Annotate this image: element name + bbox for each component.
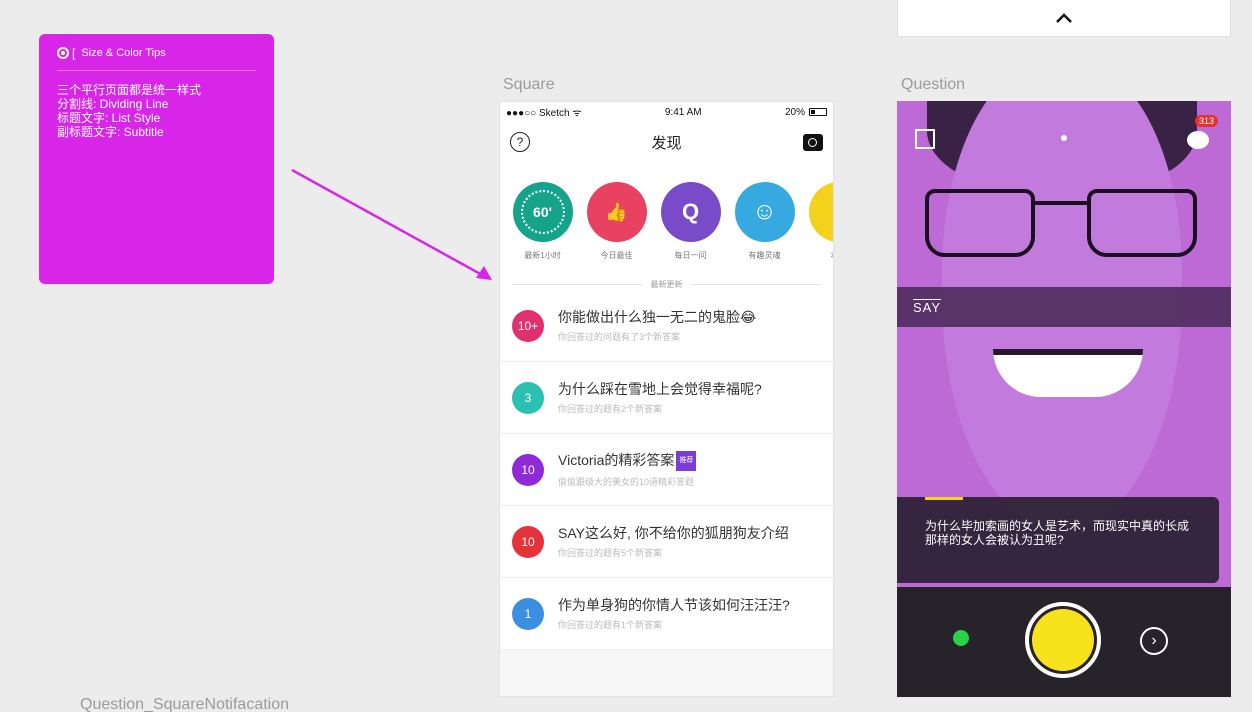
category-label: 本周	[831, 250, 834, 261]
recommend-tag: 推荐	[676, 451, 697, 472]
accent-bar	[925, 497, 963, 500]
help-icon[interactable]: ?	[510, 132, 530, 152]
item-subtitle: 你回答过的题有5个新答案	[558, 548, 663, 558]
category-label: 有趣灵魂	[748, 251, 781, 260]
latest-updates-divider: 最新更新	[500, 274, 833, 290]
status-bar: ●●●○○ Sketch ᯤ 9:41 AM 20%	[500, 102, 833, 122]
battery-percent: 20%	[784, 106, 805, 118]
section-title: 最新更新	[650, 279, 683, 289]
camera-icon[interactable]	[802, 133, 823, 151]
item-title: 为什么踩在雪地上会觉得幸福呢?	[558, 381, 762, 397]
tip-bracket: [	[72, 46, 76, 60]
size-color-tips-card: [ Size & Color Tips 三个平行页面都是统一样式 分割线: Di…	[39, 34, 274, 284]
lightning-icon[interactable]: ⚡	[808, 182, 833, 242]
item-subtitle: 你回答过的题有2个新答案	[558, 404, 663, 414]
target-icon	[57, 47, 69, 59]
divider-line	[512, 283, 643, 285]
photo-glasses	[925, 189, 1211, 257]
tip-title: Size & Color Tips	[81, 47, 166, 59]
category-carousel[interactable]: 60' 最新1小时 👍 今日最佳 Q 每日一问 ☺ 有趣灵魂 ⚡ 本周	[500, 162, 833, 274]
chevron-up-icon[interactable]	[1055, 12, 1073, 24]
carrier-label: ●●●○○ Sketch ᯤ	[506, 108, 582, 119]
list-item[interactable]: 3 为什么踩在雪地上会觉得幸福呢? 你回答过的题有2个新答案	[500, 362, 833, 434]
clock: 9:41 AM	[664, 106, 702, 118]
notification-count-badge: 313	[1195, 115, 1219, 127]
item-subtitle: 你回答过的问题有了3个新答案	[558, 332, 681, 342]
category-label: 今日最佳	[600, 251, 633, 260]
status-dot	[953, 630, 969, 646]
category-this-week[interactable]: ⚡ 本周	[808, 182, 833, 274]
next-arrow-icon[interactable]: ›	[1140, 627, 1168, 655]
thumbs-up-icon[interactable]: 👍	[586, 182, 647, 242]
category-label: 最新1小时	[524, 251, 561, 260]
question-card[interactable]: 为什么毕加索画的女人是艺术，而现实中真的长成那样的女人会被认为丑呢?	[897, 497, 1219, 583]
question-text: 为什么毕加索画的女人是艺术，而现实中真的长成那样的女人会被认为丑呢?	[925, 519, 1190, 547]
annotation-arrow	[291, 168, 492, 280]
list-item[interactable]: 1 作为单身狗的你情人节该如何汪汪汪? 你回答过的题有1个新答案	[500, 578, 833, 650]
item-subtitle: 偷偷跟级大的美女的10道精彩答题	[558, 477, 695, 488]
item-subtitle: 你回答过的题有1个新答案	[558, 620, 663, 630]
record-button[interactable]	[1025, 602, 1101, 678]
count-badge: 10	[512, 453, 544, 486]
item-title: 你能做出什么独一无二的鬼脸😂	[558, 309, 757, 325]
category-daily-question[interactable]: Q 每日一问	[660, 182, 721, 274]
square-screen: ●●●○○ Sketch ᯤ 9:41 AM 20% ? 发现 60' 最新1小…	[499, 101, 834, 697]
notification-list: 10+ 你能做出什么独一无二的鬼脸😂 你回答过的问题有了3个新答案 3 为什么踩…	[500, 290, 833, 650]
list-item[interactable]: 10 SAY这么好, 你不给你的狐朋狗友介绍 你回答过的题有5个新答案	[500, 506, 833, 578]
tip-header: [ Size & Color Tips	[57, 46, 256, 71]
camera-controls: ›	[897, 587, 1231, 697]
count-badge: 1	[512, 597, 544, 630]
list-item[interactable]: 10+ 你能做出什么独一无二的鬼脸😂 你回答过的问题有了3个新答案	[500, 290, 833, 362]
question-label: Question	[901, 76, 966, 93]
count-badge: 10	[512, 525, 544, 558]
comment-bubble-icon[interactable]	[1187, 131, 1209, 149]
square-label: Square	[503, 76, 555, 93]
list-item[interactable]: 10 Victoria的精彩答案 推荐 偷偷跟级大的美女的10道精彩答题	[500, 434, 833, 506]
nav-bar: ? 发现	[500, 122, 833, 162]
question-screen: SAY 313 为什么毕加索画的女人是艺术，而现实中真的长成那样的女人会被认为丑…	[897, 101, 1231, 697]
battery-icon	[808, 108, 827, 116]
item-title: SAY这么好, 你不给你的狐朋狗友介绍	[558, 525, 789, 541]
wifi-icon: ᯤ	[572, 108, 582, 119]
item-title: 作为单身狗的你情人节该如何汪汪汪?	[558, 597, 790, 613]
page-dot	[1061, 135, 1067, 141]
page-title: 发现	[651, 134, 682, 152]
tip-body: 三个平行页面都是统一样式 分割线: Dividing Line 标题文字: Li…	[57, 83, 202, 139]
category-today-best[interactable]: 👍 今日最佳	[586, 182, 647, 274]
question-q-icon[interactable]: Q	[660, 182, 721, 242]
category-interesting-soul[interactable]: ☺ 有趣灵魂	[734, 182, 795, 274]
collapse-panel[interactable]	[897, 0, 1231, 37]
say-band: SAY	[897, 287, 1231, 327]
question-square-notification-label: Question_SquareNotifacation	[80, 696, 290, 712]
count-badge: 3	[512, 381, 544, 414]
battery-status: 20%	[785, 107, 827, 118]
count-badge: 10+	[512, 309, 544, 342]
category-latest-hour[interactable]: 60' 最新1小时	[512, 182, 573, 274]
ghost-icon[interactable]: ☺	[734, 182, 795, 242]
category-label: 每日一问	[674, 251, 707, 260]
timer-icon[interactable]: 60'	[512, 182, 573, 242]
item-title: Victoria的精彩答案 推荐	[558, 451, 818, 472]
say-label: SAY	[913, 299, 942, 315]
square-frame-icon[interactable]	[915, 129, 935, 149]
divider-line	[690, 283, 821, 285]
